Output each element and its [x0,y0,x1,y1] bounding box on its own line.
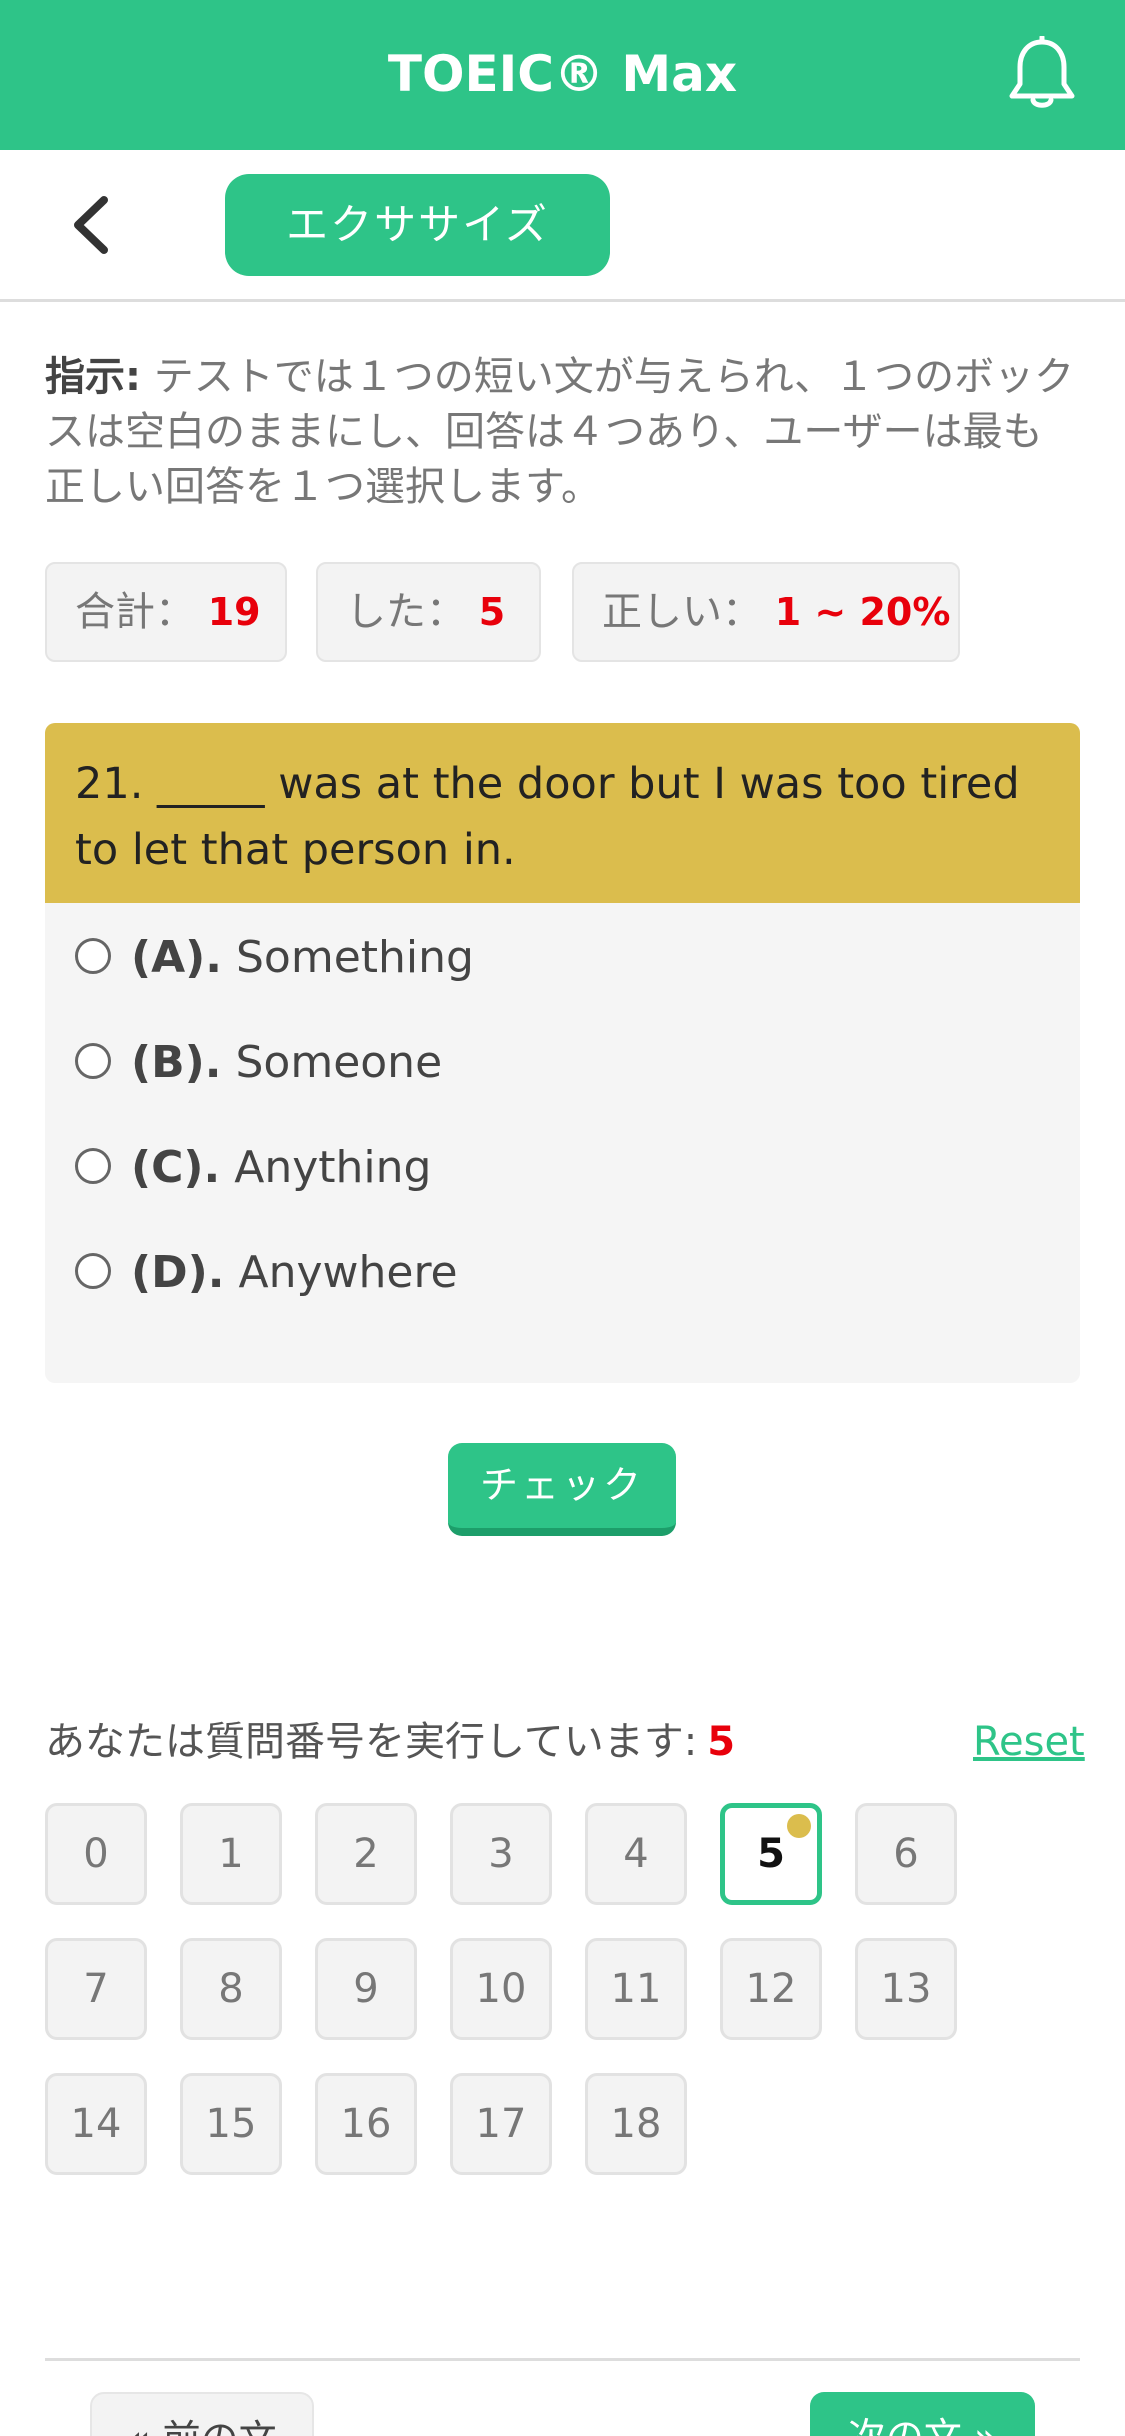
question-number-button[interactable]: 4 [585,1803,687,1905]
question-number-button[interactable]: 15 [180,2073,282,2175]
stat-correct-value: 1 ~ 20% [774,590,951,634]
question-number-button[interactable]: 13 [855,1938,957,2040]
reset-link[interactable]: Reset [973,1713,1085,1771]
question-number-button[interactable]: 11 [585,1938,687,2040]
stat-done: した： 5 [316,562,541,662]
question-number-button[interactable]: 7 [45,1938,147,2040]
current-indicator-dot [787,1814,811,1838]
stat-total-label: 合計： [75,589,195,635]
question-number-button[interactable]: 3 [450,1803,552,1905]
option-text: Someone [235,1037,443,1088]
question-number-button[interactable]: 2 [315,1803,417,1905]
question-number-button[interactable]: 10 [450,1938,552,2040]
question-number-button[interactable]: 17 [450,2073,552,2175]
stat-total-value: 19 [207,590,261,634]
stat-correct: 正しい： 1 ~ 20% [572,562,960,662]
progress-label: あなたは質問番号を実行しています: 5 [45,1713,735,1771]
question-number-button[interactable]: 16 [315,2073,417,2175]
instructions-label: 指示: [45,354,141,400]
option-c[interactable]: (C). Anything [75,1133,431,1203]
question-number-button[interactable]: 0 [45,1803,147,1905]
question-number-button[interactable]: 14 [45,2073,147,2175]
instructions-text: テストでは１つの短い文が与えられ、１つのボックスは空白のままにし、回答は４つあり… [45,354,1075,510]
option-letter: (C). [131,1142,221,1193]
bell-icon[interactable] [1006,34,1078,112]
question-number-button[interactable]: 18 [585,2073,687,2175]
progress-label-text: あなたは質問番号を実行しています: [45,1719,698,1765]
check-button[interactable]: チェック [448,1443,676,1536]
option-a[interactable]: (A). Something [75,923,474,993]
stat-done-label: した： [346,589,466,635]
stat-correct-label: 正しい： [602,589,762,635]
chevron-left-icon[interactable] [60,190,124,260]
option-text: Anywhere [238,1247,458,1298]
radio-button[interactable] [75,1043,111,1079]
radio-button[interactable] [75,938,111,974]
question-number-button[interactable]: 12 [720,1938,822,2040]
option-letter: (A). [131,932,222,983]
option-letter: (B). [131,1037,222,1088]
divider [45,2358,1080,2361]
option-letter: (D). [131,1247,225,1298]
option-b[interactable]: (B). Someone [75,1028,442,1098]
question-text: 21. _____ was at the door but I was too … [45,723,1080,903]
previous-question-button[interactable]: « 前の文 [90,2392,314,2436]
current-question-number: 5 [707,1719,736,1765]
option-text: Something [236,932,474,983]
app-title: TOEIC® Max [387,45,738,103]
next-question-button[interactable]: 次の文 » [810,2392,1035,2436]
option-d[interactable]: (D). Anywhere [75,1238,458,1308]
stat-done-value: 5 [478,590,506,634]
question-number-label: 5 [757,1831,785,1877]
question-card: 21. _____ was at the door but I was too … [45,723,1080,1383]
option-text: Anything [234,1142,432,1193]
stat-total: 合計： 19 [45,562,287,662]
question-number-button-current[interactable]: 5 [720,1803,822,1905]
question-number-button[interactable]: 6 [855,1803,957,1905]
exercise-tab[interactable]: エクササイズ [225,174,610,276]
radio-button[interactable] [75,1148,111,1184]
question-number-button[interactable]: 8 [180,1938,282,2040]
question-number-button[interactable]: 9 [315,1938,417,2040]
app-header: TOEIC® Max [0,0,1125,150]
instructions: 指示: テストでは１つの短い文が与えられ、１つのボックスは空白のままにし、回答は… [45,350,1075,515]
question-number-button[interactable]: 1 [180,1803,282,1905]
sub-navigation: エクササイズ [0,150,1125,302]
radio-button[interactable] [75,1253,111,1289]
